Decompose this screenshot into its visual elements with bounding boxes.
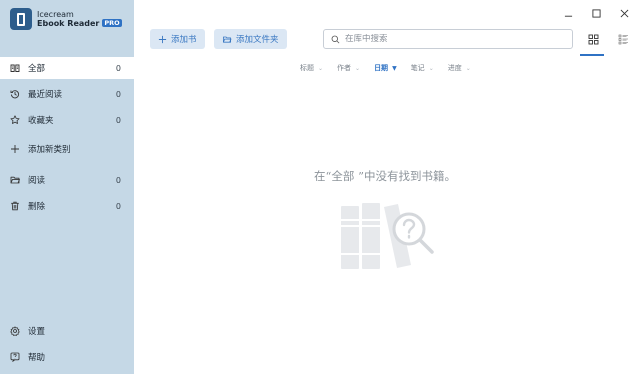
empty-state-message: 在“全部 ”中没有找到书籍。	[314, 169, 456, 183]
chevron-down-icon: ⌄	[428, 64, 434, 72]
search-box	[323, 29, 573, 49]
sidebar-item-count: 0	[115, 175, 121, 185]
grid-view-indicator	[580, 54, 604, 56]
sidebar-item-count: 0	[115, 89, 121, 99]
sidebar-item-all[interactable]: 全部 0	[0, 57, 134, 79]
sort-progress[interactable]: 进度 ⌄	[448, 63, 471, 73]
sidebar-item-label: 帮助	[28, 353, 46, 363]
list-icon	[618, 34, 628, 44]
sidebar-item-label: 添加新类别	[28, 145, 71, 155]
sidebar-item-count: 0	[115, 63, 121, 73]
add-book-button[interactable]: 添加书	[150, 29, 205, 49]
sort-progress-label: 进度	[447, 64, 462, 72]
sidebar-item-label: 设置	[28, 327, 46, 337]
plus-icon	[158, 35, 167, 43]
grid-view-button[interactable]	[584, 30, 602, 48]
sidebar-item-reading[interactable]: 阅读 0	[0, 169, 134, 191]
history-icon	[10, 89, 20, 99]
chevron-down-icon: ⌄	[318, 64, 324, 72]
search-input[interactable]	[345, 34, 545, 44]
folder-open-icon	[10, 175, 20, 185]
app-name-line2: Ebook Reader	[37, 19, 100, 28]
list-view-button[interactable]	[614, 30, 632, 48]
pro-badge: PRO	[102, 19, 122, 27]
app-name-line1: Icecream	[37, 10, 74, 19]
sidebar-item-label: 删除	[28, 202, 46, 212]
sidebar-item-label: 收藏夹	[28, 116, 54, 126]
sort-date-label: 日期	[374, 64, 389, 72]
sort-author-label: 作者	[337, 64, 352, 72]
empty-library-illustration	[341, 203, 434, 269]
grid-icon	[588, 34, 598, 44]
minimize-button[interactable]	[561, 6, 575, 20]
search-icon	[331, 35, 340, 43]
sidebar: Icecream Ebook Reader PRO 全部 0 最近阅读 0 收藏夹…	[0, 0, 134, 374]
minimize-icon	[564, 15, 572, 17]
add-folder-label: 添加文件夹	[236, 35, 279, 45]
maximize-icon	[591, 8, 601, 18]
caret-down-icon: ▼	[392, 64, 397, 72]
sort-date[interactable]: 日期 ▼	[374, 63, 397, 73]
close-icon	[620, 9, 628, 17]
close-button[interactable]	[617, 6, 631, 20]
add-folder-button[interactable]: 添加文件夹	[214, 29, 287, 49]
sort-title[interactable]: 标题 ⌄	[300, 63, 323, 73]
chevron-down-icon: ⌄	[355, 64, 361, 72]
book-open-icon	[10, 63, 20, 73]
folder-open-icon	[222, 36, 232, 43]
sidebar-item-add-category[interactable]: 添加新类别	[0, 138, 134, 160]
app-logo-icon	[10, 8, 32, 30]
sort-title-label: 标题	[300, 64, 314, 72]
sidebar-item-count: 0	[115, 115, 121, 125]
sidebar-item-label: 阅读	[28, 176, 46, 186]
sidebar-item-deleted[interactable]: 删除 0	[0, 195, 134, 217]
chevron-down-icon: ⌄	[465, 64, 471, 72]
sidebar-item-help[interactable]: 帮助	[0, 346, 134, 368]
sidebar-item-count: 0	[115, 201, 121, 211]
maximize-button[interactable]	[589, 6, 603, 20]
trash-icon	[10, 201, 20, 211]
sidebar-item-label: 全部	[28, 64, 46, 74]
sidebar-item-favorites[interactable]: 收藏夹 0	[0, 109, 134, 131]
sidebar-item-label: 最近阅读	[28, 90, 63, 100]
add-book-label: 添加书	[171, 35, 197, 45]
star-icon	[10, 115, 20, 125]
gear-icon	[10, 326, 20, 336]
sidebar-item-settings[interactable]: 设置	[0, 320, 134, 342]
sidebar-item-recent[interactable]: 最近阅读 0	[0, 83, 134, 105]
sort-bar: 标题 ⌄ 作者 ⌄ 日期 ▼ 笔记 ⌄ 进度 ⌄	[300, 63, 485, 73]
sort-notes-label: 笔记	[410, 64, 425, 72]
help-icon	[10, 352, 20, 362]
plus-icon	[10, 144, 20, 154]
sort-author[interactable]: 作者 ⌄	[337, 63, 360, 73]
app-logo: Icecream Ebook Reader PRO	[10, 8, 122, 30]
sort-notes[interactable]: 笔记 ⌄	[411, 63, 434, 73]
